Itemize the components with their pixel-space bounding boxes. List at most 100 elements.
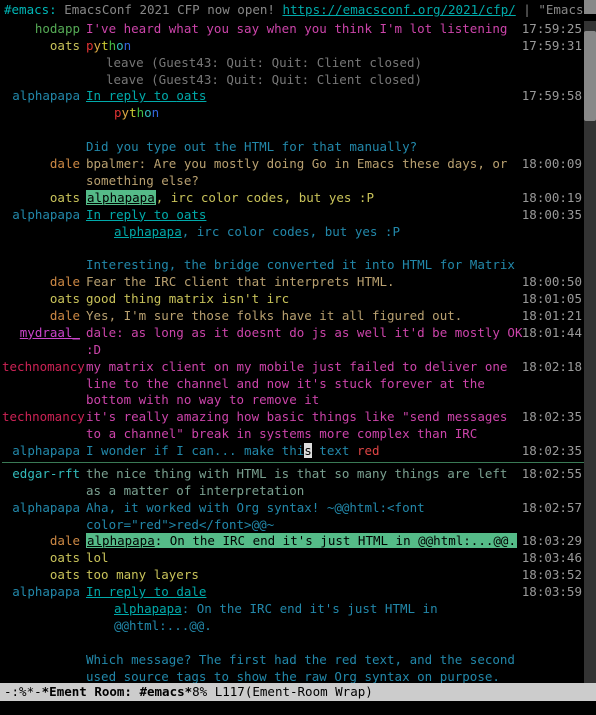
cursor: s [304,443,312,458]
message-body: Fear the IRC client that interprets HTML… [86,274,594,291]
timestamp: 18:02:35 [522,443,582,460]
nick: oats [2,190,86,207]
reply-target[interactable]: oats [176,88,206,103]
timestamp: 18:00:50 [522,274,582,291]
message-row: mydraal_ dale: as long as it doesnt do j… [2,325,594,359]
minibuffer[interactable] [0,701,596,715]
nick: alphapapa [2,500,86,517]
message-body: alphapapa, irc color codes, but yes :P [86,190,594,207]
rb: n [152,105,160,120]
compose-b: text [312,443,357,458]
quoted-body: alphapapa: On the IRC end it's just HTML… [86,601,594,635]
quoted-mention[interactable]: alphapapa [114,224,182,239]
hscroll-thumb[interactable] [584,0,596,14]
nick: technomancy [2,409,86,426]
message-row: oats alphapapa, irc color codes, but yes… [2,190,594,207]
nick: oats [2,38,86,55]
message-row: alphapapa Aha, it worked with Org syntax… [2,500,594,534]
nick: alphapapa [2,88,86,105]
message-body: I've heard what you say when you think I… [86,21,594,38]
nick: dale [2,308,86,325]
modeline-mode: (Ement-Room Wrap) [245,684,373,701]
chat-area[interactable]: hodapp I've heard what you say when you … [0,21,596,683]
timestamp: 18:01:21 [522,308,582,325]
topic-link[interactable]: https://emacsconf.org/2021/cfp/ [282,2,515,17]
timestamp: 18:01:44 [522,325,582,342]
nick: oats [2,550,86,567]
message-rest: , irc color codes, but yes :P [156,190,374,205]
timestamp: 18:02:57 [522,500,582,517]
rb: h [137,105,145,120]
topic-bar: #emacs: EmacsConf 2021 CFP now open! htt… [0,0,596,21]
timestamp: 18:02:18 [522,359,582,376]
rb: t [129,105,137,120]
message-row: dale alphapapa: On the IRC end it's just… [2,533,594,550]
compose-text[interactable]: I wonder if I can... make this text red [86,443,594,460]
reply-target[interactable]: oats [176,207,206,222]
message-body: too many layers [86,567,594,584]
rb: h [109,38,117,53]
timestamp: 17:59:31 [522,38,582,55]
topic-sep: : [49,2,64,17]
mention[interactable]: alphapapa [86,190,156,205]
in-reply-to[interactable]: In reply to [86,584,176,599]
nick: dale [2,533,86,550]
message-row: oats good thing matrix isn't irc 18:01:0… [2,291,594,308]
scrollbar[interactable] [584,21,596,683]
timestamp: 18:00:35 [522,207,582,224]
timestamp: 17:59:58 [522,88,582,105]
scrollbar-thumb[interactable] [584,31,596,121]
compose-row[interactable]: alphapapa I wonder if I can... make this… [2,443,594,460]
timestamp: 17:59:25 [522,21,582,38]
server-message: leave (Guest43: Quit: Quit: Client close… [86,55,594,72]
message-body: bpalmer: Are you mostly doing Go in Emac… [86,156,594,190]
message-rest: : On the IRC end it's just HTML in @@htm… [155,533,516,548]
rb: n [124,38,132,53]
message-body: In reply to dale [86,584,594,601]
nick: mydraal_ [2,325,86,342]
nick: technomancy [2,359,86,376]
message-row: oats lol 18:03:46 [2,550,594,567]
rb: o [144,105,152,120]
message-body: it's really amazing how basic things lik… [86,409,594,443]
message-row: alphapapa In reply to oats 18:00:35 [2,207,594,224]
message-body: my matrix client on my mobile just faile… [86,359,594,410]
rb: t [101,38,109,53]
in-reply-to[interactable]: In reply to [86,207,176,222]
nick: alphapapa [2,584,86,601]
compose-red: red [357,443,380,458]
message-body: In reply to oats [86,88,594,105]
timestamp: 18:03:59 [522,584,582,601]
timestamp: 18:01:05 [522,291,582,308]
timestamp: 18:00:09 [522,156,582,173]
modeline-flags: -:%*- [4,684,42,701]
modeline-pos: 8% L117 [192,684,245,701]
quoted-mention[interactable]: alphapapa [114,601,182,616]
message-body: lol [86,550,594,567]
quoted-row: alphapapa: On the IRC end it's just HTML… [2,601,594,635]
topic-sep-2: | [516,2,539,17]
quoted-body: alphapapa, irc color codes, but yes :P [86,224,594,241]
message-body: the nice thing with HTML is that so many… [86,466,594,500]
message-row: dale Fear the IRC client that interprets… [2,274,594,291]
nick: oats [2,291,86,308]
message-body: python [86,38,594,55]
nick: oats [2,567,86,584]
rb: o [116,38,124,53]
timestamp: 18:03:29 [522,533,582,550]
rb: p [114,105,122,120]
message-row: Did you type out the HTML for that manua… [2,139,594,156]
message-body: Aha, it worked with Org syntax! ~@@html:… [86,500,594,534]
reply-target[interactable]: dale [176,584,206,599]
room-name: #emacs [4,2,49,17]
mention[interactable]: alphapapa [87,533,155,548]
message-row: alphapapa In reply to oats 17:59:58 [2,88,594,105]
in-reply-to[interactable]: In reply to [86,88,176,103]
nick: alphapapa [2,443,86,460]
quoted-rest: , irc color codes, but yes :P [182,224,400,239]
message-row: hodapp I've heard what you say when you … [2,21,594,38]
server-row: leave (Guest43: Quit: Quit: Client close… [2,55,594,72]
nick: edgar-rft [2,466,86,483]
timestamp: 18:03:52 [522,567,582,584]
compose-a: I wonder if I can... make thi [86,443,304,458]
